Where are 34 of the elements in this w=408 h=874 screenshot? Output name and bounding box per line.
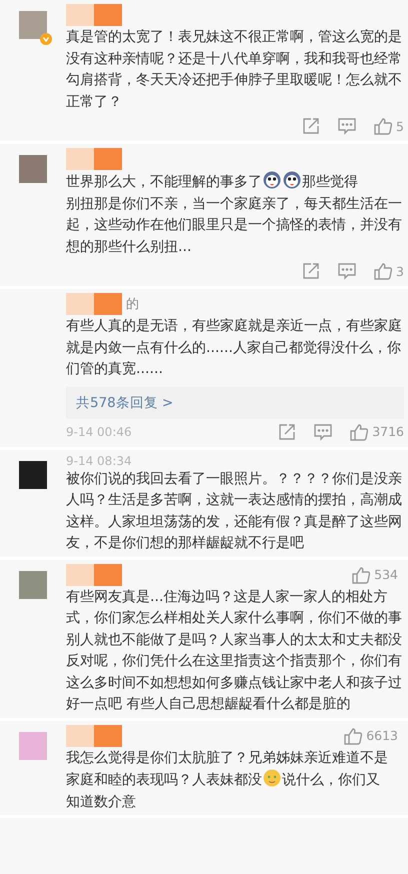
comment-icon[interactable] (338, 117, 356, 135)
comment-text: 那些觉得 (302, 174, 358, 190)
share-icon[interactable] (278, 422, 296, 440)
thumbs-up-icon (352, 566, 370, 584)
comment-text: 家庭和睦的表现吗？人表妹都没 (66, 772, 262, 788)
smiley-face-emoji (263, 769, 281, 787)
dog-face-emoji (283, 171, 301, 189)
comment-text: 说什么，你们又 (282, 772, 380, 788)
comment-text: 世界那么大，不能理解的事多了 (66, 174, 262, 190)
replies-link[interactable]: 共578条回复 > (66, 386, 404, 418)
username-text: 的 (126, 296, 139, 313)
share-icon[interactable] (302, 262, 320, 280)
comment-icon[interactable] (338, 262, 356, 280)
comment-text: 被你们说的我回去看了一眼照片。？？？？你们是没亲人吗？生活是多苦啊，这就一表达感情的摆拍，高潮成这样。人家坦坦荡荡的发，还能有假？真是醉了这些网友，不是你们想的那样龌龊就不行是吧 (66, 470, 402, 551)
thumbs-up-icon (350, 422, 368, 440)
timestamp: 9-14 08:34 (66, 452, 133, 468)
comment-text: 真是管的太宽了！表兄妹这不很正常啊，管这么宽的是没有这种亲情呢？还是十八代单穿啊，我和我哥也经常勾肩搭背，冬天天冷还把手伸脖子里取暖呢！怎么就不正常了？ (66, 29, 402, 110)
like-button[interactable]: 3716 (350, 422, 404, 440)
like-button[interactable]: 5 (374, 117, 404, 135)
comment-text: 我怎么觉得是你们太肮脏了？兄弟姊妹亲近难道不是 (66, 750, 388, 766)
thumbs-up-icon (344, 726, 362, 744)
thumbs-up-icon (374, 117, 392, 135)
comment-text: 有些网友真是...住海边吗？这是人家一家人的相处方式，你们家怎么样相处关人家什么事啊，你们不做的事别人就也不能做了是吗？人家当事人的太太和丈夫都没反对呢，你们凭什么在这里指责这个指责那个，你们有这么多时间不如想想如何多赚点钱让家中老人和孩子过好一点吧 有些人自己思想龌龊看什么都是脏的 (66, 588, 402, 712)
like-button[interactable]: 6613 (344, 726, 398, 744)
comment-text: 别扭那是你们不亲，当一个家庭亲了，每天都生活在一起，这些动作在他们眼里只是一个搞怪的表情，并没有想的那些什么别扭... (66, 196, 402, 254)
share-icon[interactable] (302, 117, 320, 135)
thumbs-up-icon (374, 262, 392, 280)
timestamp: 9-14 00:46 (66, 424, 132, 440)
like-button[interactable]: 534 (352, 566, 398, 584)
comment-text: 知道数介意 (66, 794, 136, 810)
comment-icon[interactable] (314, 422, 332, 440)
like-button[interactable]: 3 (374, 262, 404, 280)
comment-text: 有些人真的是无语，有些家庭就是亲近一点，有些家庭就是内敛一点有什么的......人家自己都觉得没什么，你们管的真宽...... (66, 318, 402, 377)
dog-face-emoji (263, 171, 281, 189)
